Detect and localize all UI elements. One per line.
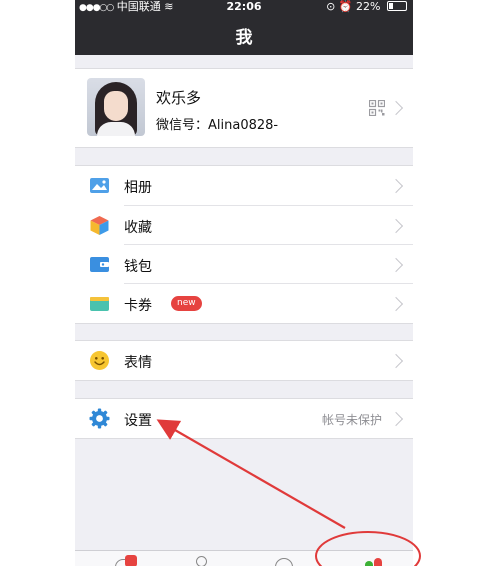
menu-label-favorites: 收藏 [124, 220, 152, 236]
battery-fill [389, 3, 393, 9]
chevron-right-icon [388, 257, 404, 273]
chevron-right-icon [388, 296, 404, 312]
chevron-right-icon [388, 100, 404, 116]
new-badge: new [171, 296, 202, 311]
menu-item-album[interactable]: 相册 [75, 166, 413, 205]
menu-item-settings[interactable]: 设置 帐号未保护 [75, 399, 413, 438]
rotation-lock-icon: ⊙ [326, 0, 336, 13]
menu-item-stickers[interactable]: 表情 [75, 341, 413, 380]
unread-badge [125, 555, 137, 566]
battery-percent: 22% [356, 0, 381, 13]
page-title: 我 [235, 28, 253, 48]
discover-tab-icon[interactable] [275, 555, 295, 566]
contact-head-shape [196, 556, 207, 566]
chevron-right-icon [388, 178, 404, 194]
photo-album-icon [90, 178, 109, 193]
wallet-icon [90, 257, 109, 272]
chevron-right-icon [388, 411, 404, 427]
settings-gear-icon [89, 408, 110, 429]
status-bar: ●●●○○ 中国联通 ≋ 22:06 ⊙ ⏰ 22% [75, 0, 413, 13]
menu-label-stickers: 表情 [124, 355, 152, 371]
account-unprotected-text: 帐号未保护 [321, 413, 382, 427]
menu-item-wallet[interactable]: 钱包 [75, 245, 413, 284]
menu-item-cards[interactable]: 卡券 new [75, 284, 413, 323]
favorites-cube-icon [90, 216, 109, 235]
nav-bar: 我 [75, 13, 413, 55]
avatar-face [104, 91, 128, 121]
menu-group-1: 相册 收藏 钱包 卡券 new [75, 165, 413, 324]
status-right: ⊙ ⏰ 22% [326, 0, 407, 13]
alarm-icon: ⏰ [338, 0, 353, 13]
me-tab-icon[interactable] [365, 555, 385, 566]
chevron-right-icon [388, 218, 404, 234]
menu-label-cards: 卡券 [124, 298, 152, 314]
compass-shape [275, 558, 293, 566]
phone-screen: ●●●○○ 中国联通 ≋ 22:06 ⊙ ⏰ 22% 我 欢乐多 微信号：Ali… [75, 0, 413, 566]
chats-tab-icon[interactable] [115, 555, 137, 566]
card-ticket-icon [90, 297, 109, 311]
tab-bar [75, 550, 413, 566]
avatar[interactable] [87, 78, 145, 136]
profile-name: 欢乐多 [156, 89, 202, 107]
contacts-tab-icon[interactable] [193, 555, 213, 566]
emoji-icon [90, 351, 109, 370]
menu-item-favorites[interactable]: 收藏 [75, 206, 413, 245]
menu-label-album: 相册 [124, 180, 152, 196]
menu-label-wallet: 钱包 [124, 259, 152, 275]
profile-card[interactable]: 欢乐多 微信号：Alina0828- [75, 68, 413, 148]
menu-group-3: 设置 帐号未保护 [75, 398, 413, 439]
chevron-right-icon [388, 353, 404, 369]
menu-label-settings: 设置 [124, 413, 152, 429]
avatar-body [97, 122, 135, 136]
me-figure-green [365, 561, 373, 566]
battery-icon [387, 1, 407, 11]
wechat-id: 微信号：Alina0828- [156, 118, 279, 133]
menu-group-2: 表情 [75, 340, 413, 381]
me-figure-red [374, 558, 382, 566]
qr-code-icon[interactable] [369, 100, 385, 116]
